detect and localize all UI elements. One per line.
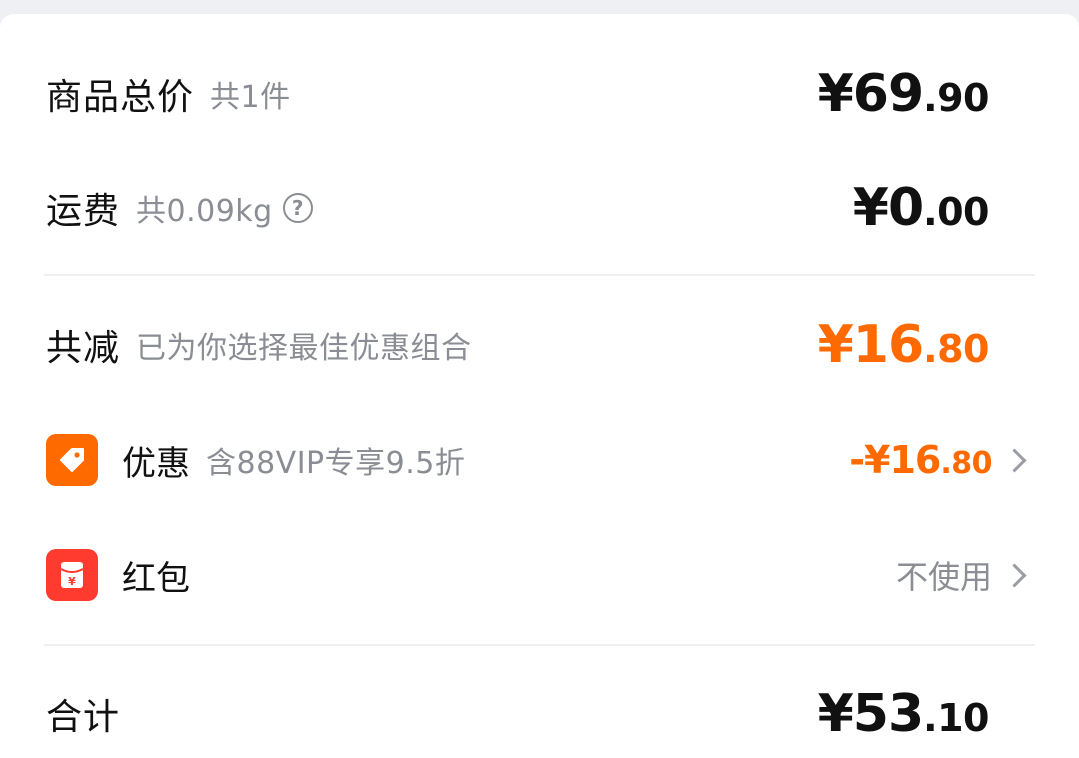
shipping-price: ¥0.00: [852, 178, 990, 238]
discount-total-price: ¥16.80: [817, 315, 990, 375]
chevron-right-icon[interactable]: [1002, 447, 1027, 473]
discount-total-row: 共减 已为你选择最佳优惠组合 ¥16.80: [46, 315, 990, 375]
total-price: ¥53.10: [817, 684, 990, 744]
total-label: 合计: [46, 697, 121, 738]
shipping-row: 运费 共0.09kg ? ¥0.00: [46, 178, 990, 238]
promo-label: 优惠: [122, 443, 190, 484]
promo-detail: 含88VIP专享9.5折: [206, 446, 466, 481]
tag-icon: [46, 434, 98, 486]
shipping-weight: 共0.09kg: [136, 194, 273, 229]
divider: [44, 274, 1035, 276]
goods-total-row: 商品总价 共1件 ¥69.90: [46, 64, 990, 124]
discount-total-label: 共减: [46, 328, 121, 369]
order-summary-card: 商品总价 共1件 ¥69.90 运费 共0.09kg ? ¥0.00 共减 已为…: [0, 14, 1079, 758]
red-packet-row[interactable]: ¥ 红包 不使用: [46, 547, 1027, 603]
promo-row[interactable]: 优惠 含88VIP专享9.5折 -¥ 16.80: [46, 432, 1027, 488]
red-packet-label: 红包: [122, 558, 190, 599]
goods-count: 共1件: [210, 80, 291, 115]
goods-total-label: 商品总价: [46, 77, 195, 118]
discount-hint: 已为你选择最佳优惠组合: [136, 331, 472, 366]
svg-text:¥: ¥: [68, 575, 76, 588]
divider: [44, 644, 1035, 646]
shipping-label: 运费: [46, 191, 121, 232]
goods-total-price: ¥69.90: [817, 64, 990, 124]
total-row: 合计 ¥53.10: [46, 684, 990, 744]
help-icon[interactable]: ?: [282, 193, 313, 223]
chevron-right-icon[interactable]: [1002, 562, 1027, 588]
promo-amount: -¥ 16.80: [849, 438, 992, 482]
red-packet-icon: ¥: [46, 549, 98, 601]
red-packet-value: 不使用: [895, 558, 992, 596]
